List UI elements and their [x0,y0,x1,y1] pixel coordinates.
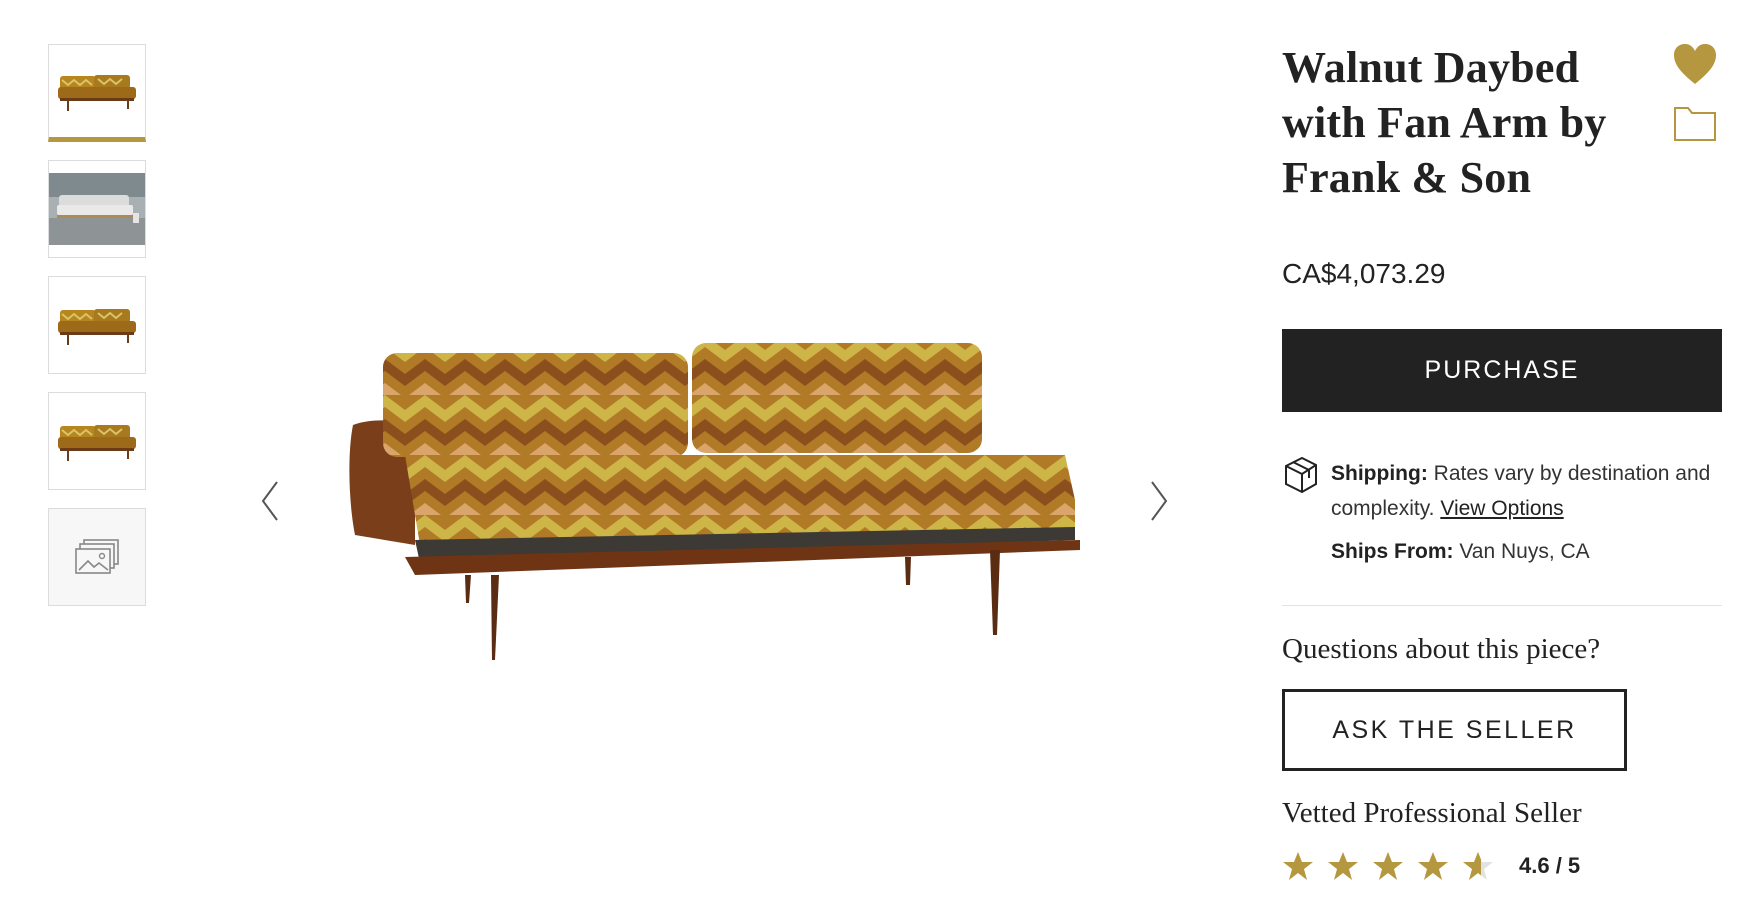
star-icon [1328,852,1358,880]
product-actions [1672,42,1720,146]
chevron-left-icon [261,481,278,521]
package-icon [1285,456,1317,494]
purchase-button[interactable]: PURCHASE [1282,329,1722,412]
daybed-thumbnail-image [58,309,136,345]
seller-rating: 4.6 / 5 [1282,850,1580,882]
daybed-thumbnail-image [58,75,136,111]
previous-image-button[interactable] [255,476,285,526]
product-price: CA$4,073.29 [1282,258,1446,289]
ships-from-label: Ships From: [1331,540,1454,563]
more-images-thumbnail[interactable] [48,508,146,606]
shipping-label: Shipping: [1331,462,1428,485]
star-icon [1283,852,1313,880]
heart-icon[interactable] [1672,42,1718,88]
thumbnail-3[interactable] [48,276,146,374]
more-images-icon [75,539,119,574]
shipping-text: Shipping: Rates vary by destination and … [1331,456,1711,526]
thumbnail-4[interactable] [48,392,146,490]
ask-the-seller-button[interactable]: ASK THE SELLER [1282,689,1627,771]
product-title: Walnut Daybed with Fan Arm by Frank & So… [1282,43,1607,202]
view-options-link[interactable]: View Options [1440,497,1563,520]
daybed-thumbnail-image [58,425,136,461]
star-icon [1373,852,1403,880]
thumbnail-strip [48,44,148,624]
half-star-icon [1463,852,1493,880]
folder-icon[interactable] [1672,100,1718,146]
next-image-button[interactable] [1144,476,1174,526]
ships-from-value: Van Nuys, CA [1459,540,1590,563]
chevron-right-icon [1151,481,1168,521]
rating-value: 4.6 / 5 [1519,853,1581,878]
daybed-showroom-thumbnail-image [49,173,145,245]
ships-from: Ships From: Van Nuys, CA [1331,540,1590,564]
thumbnail-1[interactable] [48,44,146,142]
star-icon [1418,852,1448,880]
product-main-image [349,343,1080,660]
product-info: Walnut Daybed with Fan Arm by Frank & So… [1282,40,1722,205]
thumbnail-2[interactable] [48,160,146,258]
questions-heading: Questions about this piece? [1282,633,1601,665]
divider [1282,605,1722,606]
seller-badge: Vetted Professional Seller [1282,797,1582,829]
